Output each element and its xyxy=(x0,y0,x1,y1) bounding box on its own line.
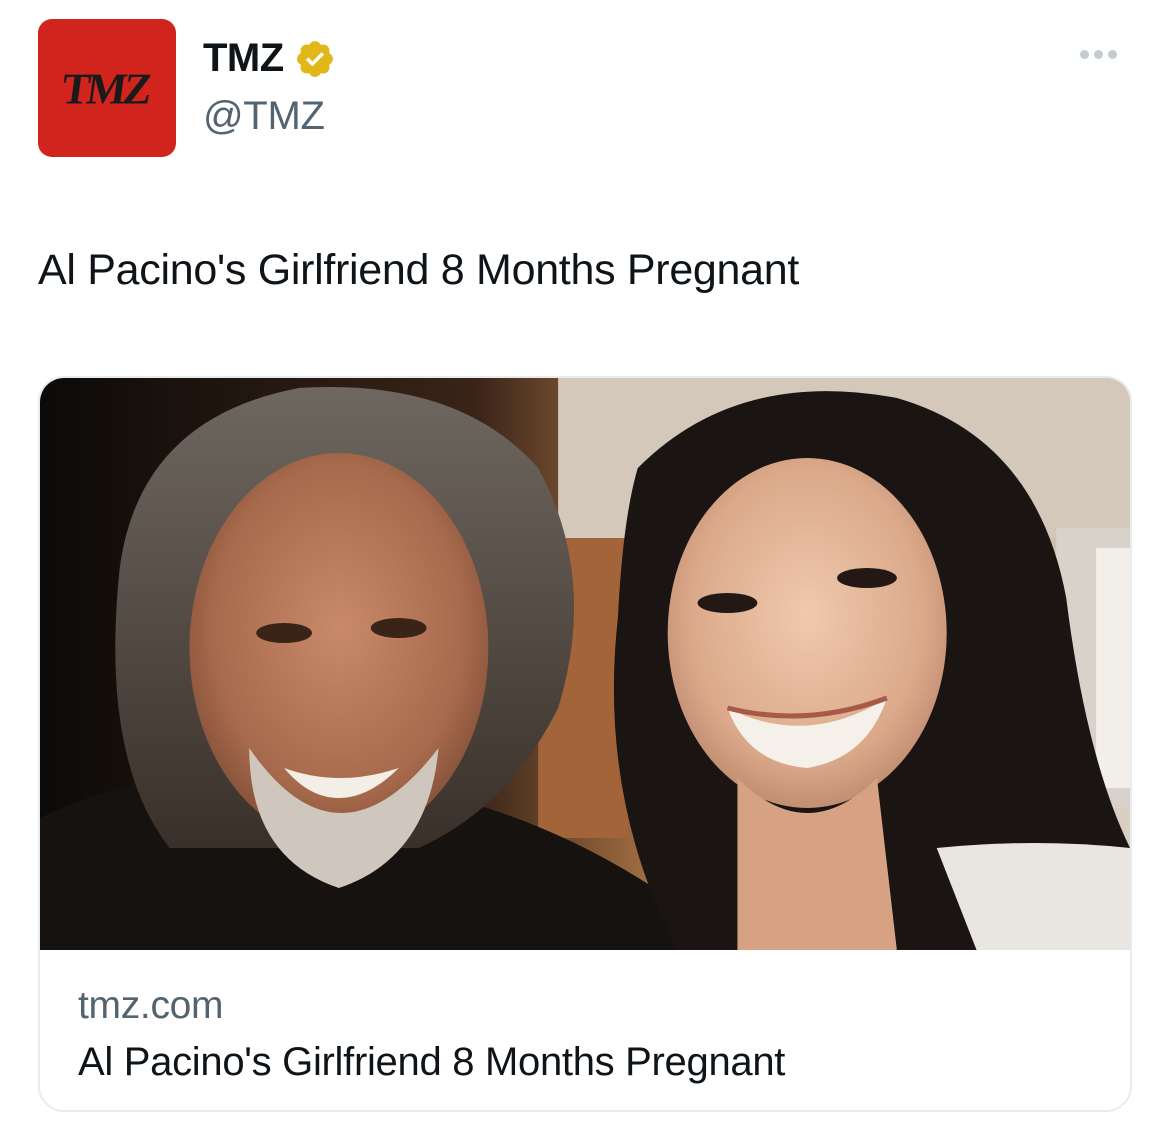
author-name-row: TMZ xyxy=(203,36,336,81)
handle[interactable]: @TMZ xyxy=(203,94,325,139)
tmz-logo: TMZ xyxy=(58,65,152,115)
card-title[interactable]: Al Pacino's Girlfriend 8 Months Pregnant xyxy=(78,1034,785,1090)
card-meta: tmz.com Al Pacino's Girlfriend 8 Months … xyxy=(78,982,785,1090)
card-domain: tmz.com xyxy=(78,984,224,1027)
avatar[interactable]: TMZ xyxy=(38,19,176,157)
card-photo xyxy=(40,378,1130,950)
tweet: TMZ TMZ @TMZ Al Pacino's Girlfriend 8 Mo… xyxy=(0,0,1170,1132)
link-card[interactable]: tmz.com Al Pacino's Girlfriend 8 Months … xyxy=(38,376,1132,1112)
verified-badge-icon[interactable] xyxy=(294,38,336,80)
card-image[interactable] xyxy=(40,378,1130,950)
tweet-text: Al Pacino's Girlfriend 8 Months Pregnant xyxy=(38,246,800,294)
more-options-icon[interactable] xyxy=(1080,50,1117,59)
display-name[interactable]: TMZ xyxy=(203,36,284,81)
